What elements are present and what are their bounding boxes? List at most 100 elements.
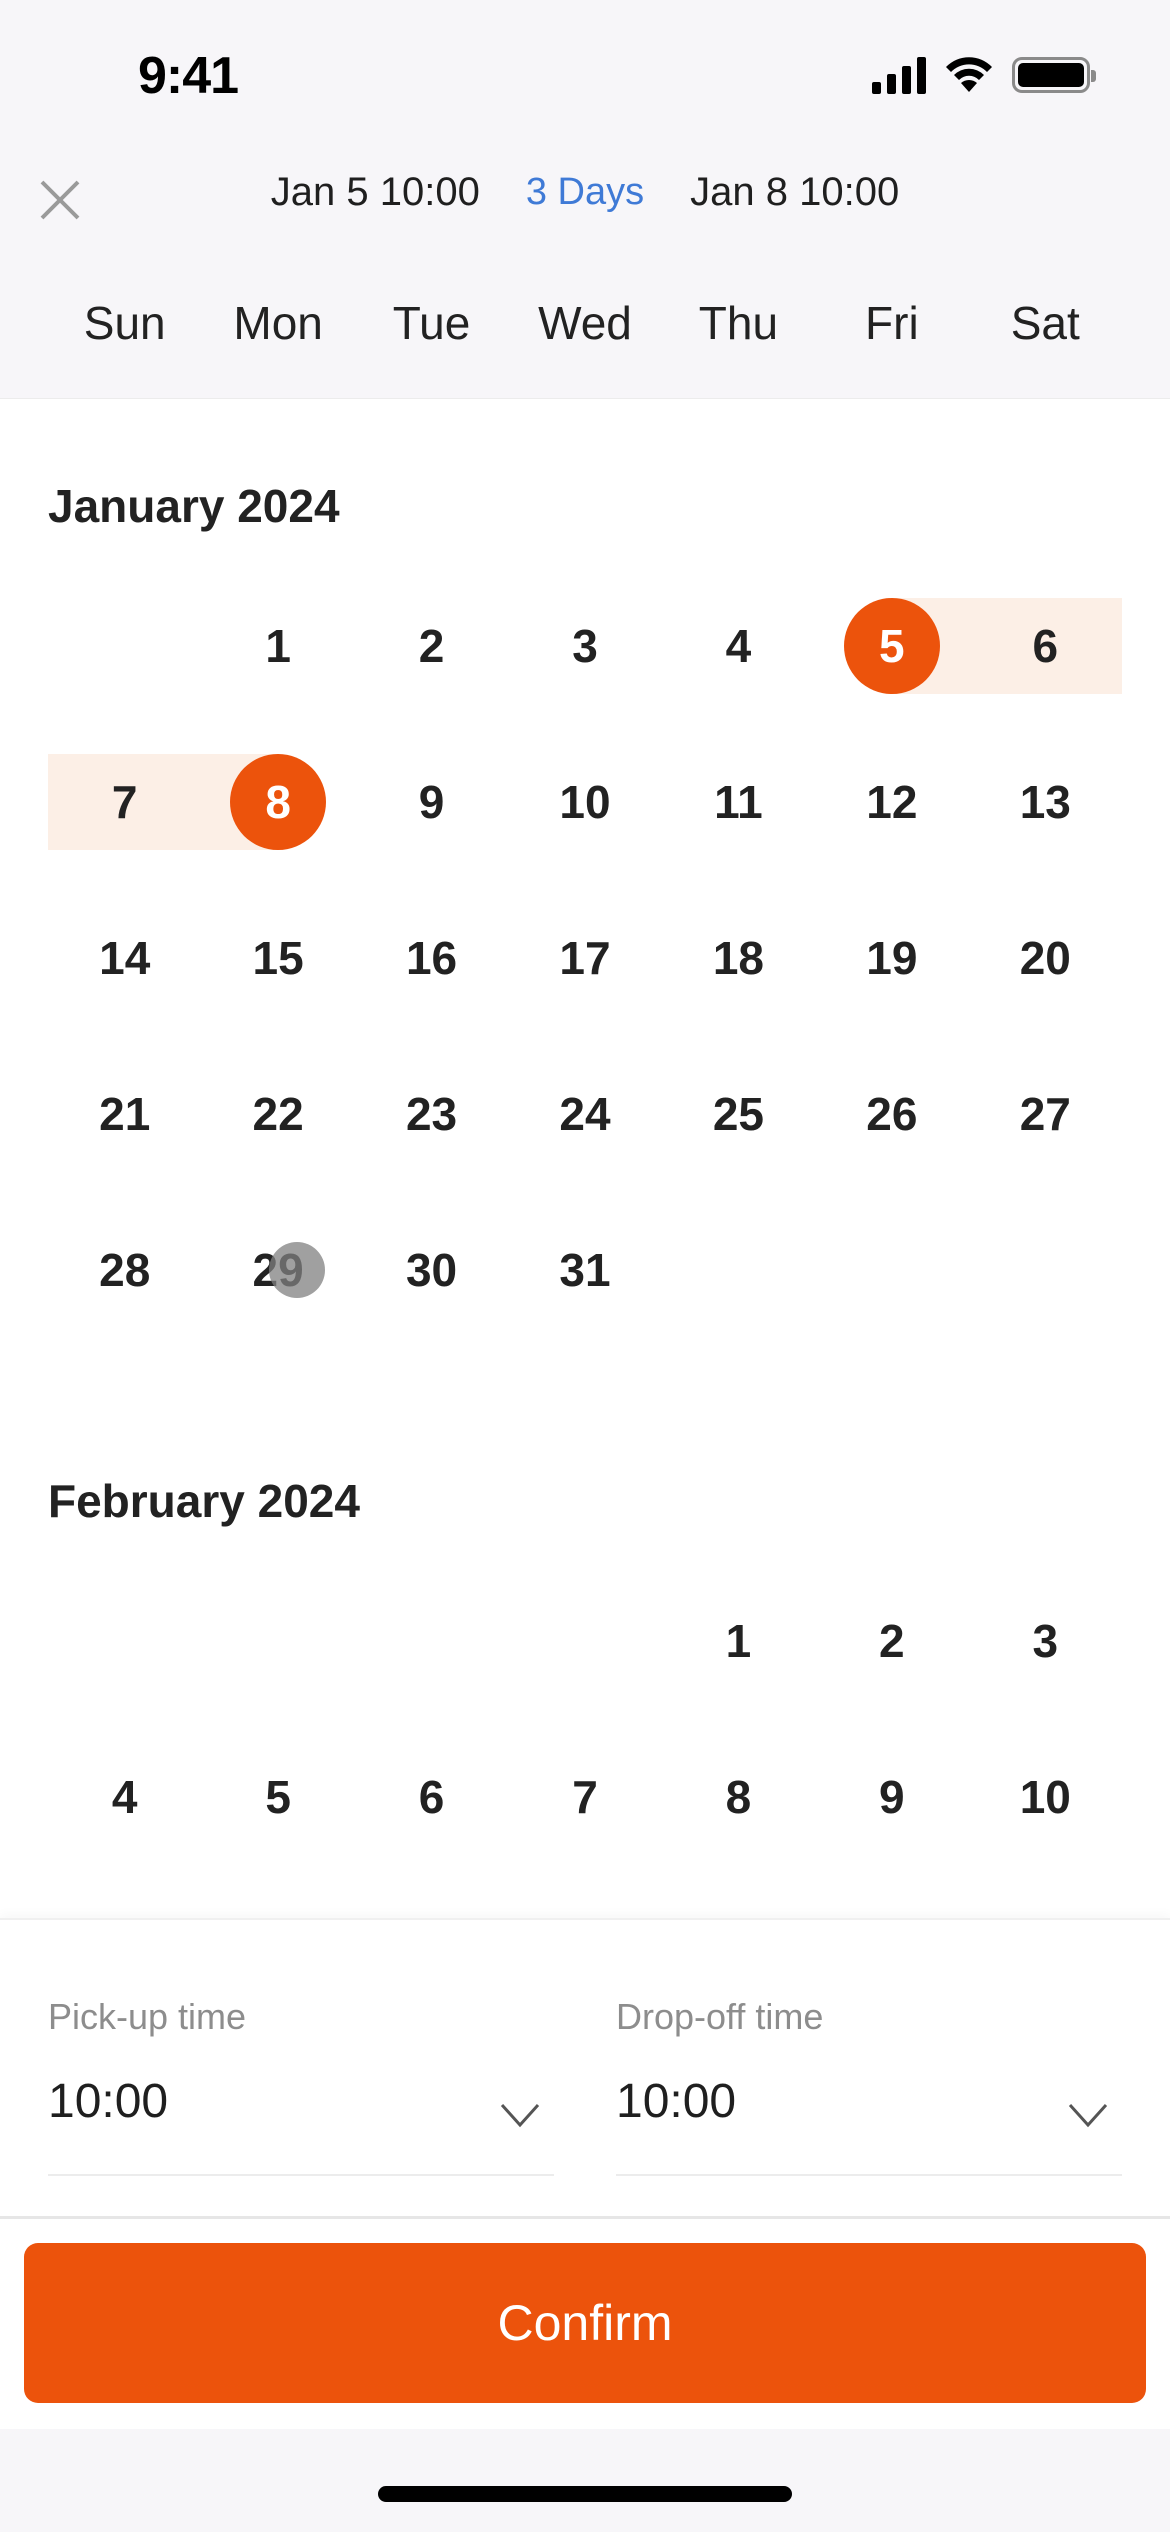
calendar-day-number: 21 — [99, 1088, 151, 1140]
calendar-day-number: 15 — [252, 932, 304, 984]
calendar-day[interactable]: 4 — [662, 568, 815, 724]
weekday-label: Fri — [865, 297, 919, 349]
pickup-time-underline — [48, 2174, 554, 2176]
weekday-label: Wed — [538, 297, 632, 349]
weekday-label: Sun — [83, 297, 166, 349]
calendar-day[interactable]: 7 — [48, 724, 202, 880]
calendar-day-number: 7 — [572, 1771, 598, 1823]
calendar-day-number: 28 — [99, 1244, 151, 1296]
calendar-day-number: 20 — [1019, 932, 1071, 984]
calendar-day[interactable]: 23 — [355, 1036, 508, 1192]
calendar-empty-cell — [48, 568, 201, 724]
calendar-day-number: 1 — [265, 620, 291, 672]
calendar-day[interactable]: 11 — [662, 724, 815, 880]
calendar-day-number: 30 — [405, 1244, 458, 1296]
calendar-day-number: 8 — [725, 1771, 752, 1823]
time-selection-panel: Pick-up time 10:00 Drop-off time 10:00 — [0, 1918, 1170, 2218]
calendar-day[interactable]: 6 — [355, 1719, 508, 1875]
calendar-day[interactable]: 3 — [508, 568, 661, 724]
calendar-day-number: 10 — [1019, 1771, 1071, 1823]
calendar-day-number: 17 — [559, 932, 611, 984]
calendar-day[interactable]: 25 — [662, 1036, 815, 1192]
dropoff-time-value: 10:00 — [616, 2075, 737, 2128]
calendar-day-number: 4 — [725, 620, 752, 672]
calendar-day-number: 9 — [879, 1771, 905, 1823]
calendar-day[interactable]: 13 — [969, 724, 1122, 880]
calendar-day[interactable]: 22 — [201, 1036, 354, 1192]
calendar-day[interactable]: 19 — [815, 880, 968, 1036]
weekday-label: Tue — [392, 297, 471, 349]
dropoff-date-summary: Jan 8 10:00 — [690, 170, 900, 214]
calendar-day-number: 12 — [866, 776, 918, 828]
calendar-day[interactable]: 16 — [355, 880, 508, 1036]
calendar-day[interactable]: 29 — [201, 1192, 354, 1348]
home-indicator[interactable] — [378, 2486, 792, 2502]
dropoff-time-underline — [616, 2174, 1122, 2176]
calendar-day[interactable]: 26 — [815, 1036, 968, 1192]
calendar-day[interactable]: 10 — [508, 724, 661, 880]
calendar-day-number: 23 — [405, 1088, 458, 1140]
weekday-label: Mon — [233, 297, 323, 349]
calendar-day-number: 3 — [572, 620, 598, 672]
calendar-day[interactable]: 6 — [968, 568, 1122, 724]
dropoff-time-select[interactable]: Drop-off time 10:00 — [616, 1996, 1122, 2176]
calendar-day-number: 22 — [252, 1088, 304, 1140]
month-grid-february: 1 2 3 4 5 6 7 8 9 10 — [48, 1563, 1122, 1875]
calendar-day[interactable]: 20 — [969, 880, 1122, 1036]
calendar-day[interactable]: 15 — [201, 880, 354, 1036]
calendar-day-number: 7 — [111, 776, 138, 828]
status-bar-time: 9:41 — [138, 47, 239, 105]
calendar-day-number: 26 — [866, 1088, 918, 1140]
month-grid-january: 1 2 3 4 5 6 7 8 9 10 11 12 13 14 15 16 17 18 19 20 21 22 23 24 2… — [48, 568, 1122, 1348]
weekday-header: Sun Mon Tue Wed Thu Fri Sat — [48, 296, 1122, 350]
calendar-day-number: 10 — [559, 776, 611, 828]
calendar-day[interactable]: 5 — [201, 1719, 354, 1875]
calendar-day[interactable]: 1 — [662, 1563, 815, 1719]
touch-indicator — [269, 1242, 326, 1298]
calendar-day[interactable]: 4 — [48, 1719, 201, 1875]
calendar-empty-cell — [48, 1563, 201, 1719]
calendar-day[interactable]: 21 — [48, 1036, 201, 1192]
calendar-day[interactable]: 28 — [48, 1192, 201, 1348]
calendar-day-number: 4 — [111, 1771, 138, 1823]
calendar-day-pickup-selected[interactable]: 5 — [815, 568, 969, 724]
calendar-day-number: 1 — [725, 1615, 752, 1667]
wifi-icon — [946, 57, 992, 92]
calendar-day[interactable]: 9 — [815, 1719, 968, 1875]
calendar-day[interactable]: 31 — [508, 1192, 661, 1348]
calendar-day-dropoff-selected[interactable]: 8 — [201, 724, 354, 880]
calendar-empty-cell — [355, 1563, 508, 1719]
pickup-time-select[interactable]: Pick-up time 10:00 — [48, 1996, 554, 2176]
pickup-date-summary: Jan 5 10:00 — [270, 170, 480, 214]
calendar-day-number: 11 — [714, 776, 763, 828]
calendar-day[interactable]: 17 — [508, 880, 661, 1036]
calendar-day[interactable]: 1 — [201, 568, 354, 724]
calendar-day[interactable]: 8 — [662, 1719, 815, 1875]
calendar-day[interactable]: 10 — [969, 1719, 1122, 1875]
pickup-time-label: Pick-up time — [48, 1996, 247, 2037]
date-range-summary: Jan 5 10:00 3 Days Jan 8 10:00 — [0, 170, 1170, 215]
status-bar-icons — [872, 56, 1096, 94]
calendar-scroll-area[interactable]: January 2024 1 2 3 4 5 6 7 8 9 10 11 12 13 14 15 16 17 18… — [0, 398, 1170, 1918]
calendar-day[interactable]: 2 — [815, 1563, 968, 1719]
calendar-day-number: 8 — [265, 776, 291, 828]
pickup-time-value: 10:00 — [48, 2075, 169, 2128]
calendar-day[interactable]: 30 — [355, 1192, 508, 1348]
calendar-day[interactable]: 3 — [969, 1563, 1122, 1719]
calendar-day[interactable]: 27 — [969, 1036, 1122, 1192]
calendar-day[interactable]: 2 — [355, 568, 508, 724]
calendar-day-number: 13 — [1019, 776, 1071, 828]
calendar-day[interactable]: 7 — [508, 1719, 661, 1875]
calendar-day-number: 24 — [559, 1088, 611, 1140]
calendar-day[interactable]: 14 — [48, 880, 201, 1036]
chevron-down-icon — [500, 2103, 540, 2128]
confirm-button[interactable]: Confirm — [24, 2243, 1146, 2403]
calendar-day[interactable]: 24 — [508, 1036, 661, 1192]
calendar-day[interactable]: 9 — [355, 724, 508, 880]
calendar-empty-cell — [508, 1563, 661, 1719]
calendar-day-number: 18 — [712, 932, 764, 984]
calendar-day[interactable]: 18 — [662, 880, 815, 1036]
calendar-day-number: 14 — [99, 932, 151, 984]
calendar-day-number: 3 — [1032, 1615, 1059, 1667]
calendar-day[interactable]: 12 — [815, 724, 968, 880]
